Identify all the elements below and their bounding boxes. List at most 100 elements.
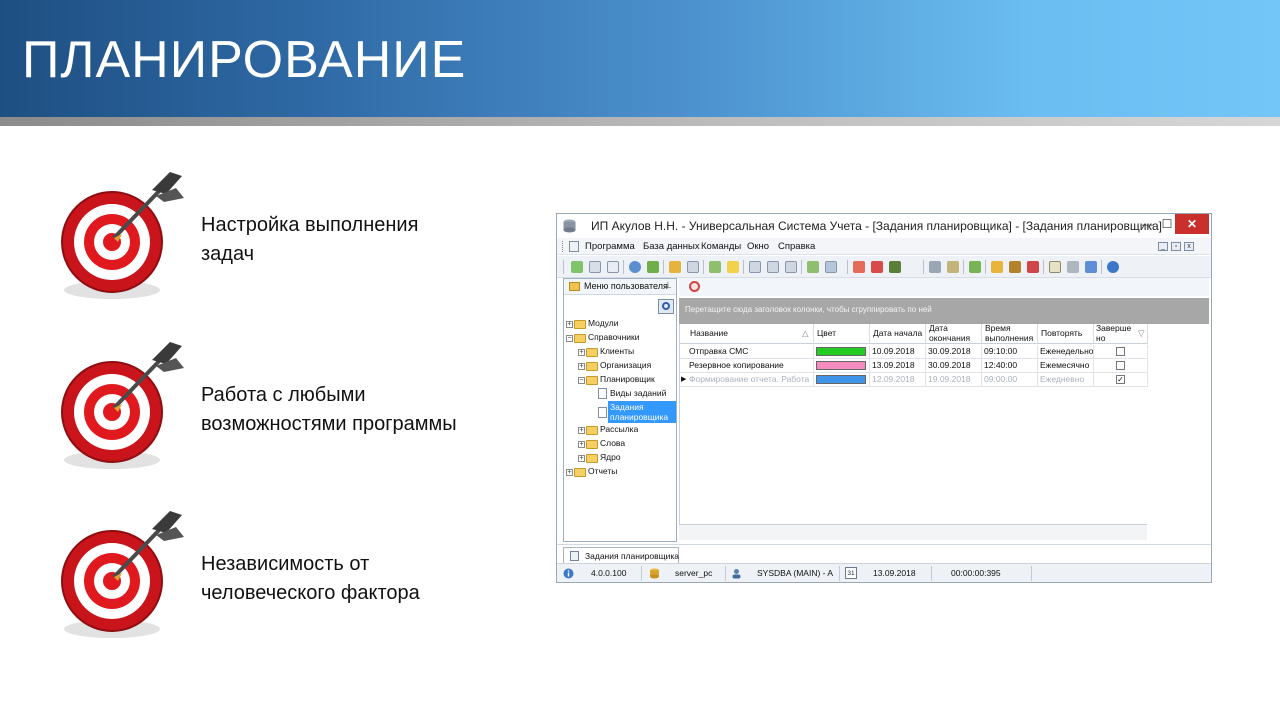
cell-exec-time: 12:40:00 bbox=[982, 359, 1038, 373]
tree-item-modules[interactable]: Модули bbox=[588, 317, 618, 330]
status-elapsed-time: 00:00:00:395 bbox=[951, 568, 1001, 578]
status-separator bbox=[839, 566, 840, 581]
menu-database[interactable]: База данных bbox=[643, 241, 700, 252]
menu-program[interactable]: Программа bbox=[585, 241, 635, 252]
plugin-icon[interactable] bbox=[1027, 261, 1039, 273]
window-titlebar[interactable]: ИП Акулов Н.Н. - Универсальная Система У… bbox=[557, 214, 1211, 238]
column-header-exec-time[interactable]: Время выполнения bbox=[982, 323, 1038, 344]
expand-icon[interactable]: + bbox=[578, 363, 585, 370]
lock-icon[interactable] bbox=[991, 261, 1003, 273]
tree-item-core[interactable]: Ядро bbox=[600, 451, 621, 464]
close-button[interactable]: ✕ bbox=[1175, 214, 1209, 234]
calendar-icon[interactable] bbox=[1049, 261, 1061, 273]
tree-item-scheduler[interactable]: Планировщик bbox=[600, 373, 655, 386]
folder-icon bbox=[586, 426, 598, 435]
picture-icon[interactable] bbox=[969, 261, 981, 273]
delete-icon[interactable] bbox=[607, 261, 619, 273]
status-version: 4.0.0.100 bbox=[591, 568, 627, 578]
search-icon[interactable] bbox=[629, 261, 641, 273]
tools-icon[interactable] bbox=[929, 261, 941, 273]
tree-item-organization[interactable]: Организация bbox=[600, 359, 651, 372]
pin-icon[interactable]: ⊥ bbox=[664, 280, 672, 291]
status-user: SYSDBA (MAIN) - A bbox=[757, 568, 834, 578]
tree-item-reports[interactable]: Отчеты bbox=[588, 465, 617, 478]
maximize-button[interactable]: ☐ bbox=[1157, 214, 1177, 234]
wizard-icon[interactable] bbox=[947, 261, 959, 273]
add-icon[interactable] bbox=[709, 261, 721, 273]
column-header-name[interactable]: Название △ bbox=[680, 324, 814, 344]
document-icon[interactable] bbox=[569, 241, 579, 252]
report-dropdown-icon[interactable] bbox=[825, 261, 837, 273]
column-header-repeat[interactable]: Повторять bbox=[1038, 324, 1094, 344]
menu-help[interactable]: Справка bbox=[778, 241, 815, 252]
column-header-color[interactable]: Цвет bbox=[814, 324, 870, 344]
cell-color bbox=[814, 373, 870, 387]
tab-scheduler-tasks[interactable]: Задания планировщика bbox=[563, 547, 679, 563]
new-window-icon[interactable] bbox=[853, 261, 865, 273]
group-icon[interactable] bbox=[687, 261, 699, 273]
users-icon[interactable] bbox=[1009, 261, 1021, 273]
info-icon[interactable] bbox=[1107, 261, 1119, 273]
column-header-start-date[interactable]: Дата начала bbox=[870, 324, 926, 344]
header-divider bbox=[0, 117, 1280, 126]
refresh-icon[interactable] bbox=[571, 261, 583, 273]
search-button[interactable] bbox=[658, 299, 674, 314]
close-window-icon[interactable] bbox=[871, 261, 883, 273]
export-icon[interactable] bbox=[807, 261, 819, 273]
tree-item-words[interactable]: Слова bbox=[600, 437, 625, 450]
tree-item-mailing[interactable]: Рассылка bbox=[600, 423, 638, 436]
mdi-restore-icon[interactable]: ▫ bbox=[1171, 242, 1181, 251]
move-up-icon[interactable] bbox=[785, 261, 797, 273]
cell-completed bbox=[1094, 345, 1148, 359]
menu-commands[interactable]: Команды bbox=[701, 241, 741, 252]
cell-completed bbox=[1094, 359, 1148, 373]
cell-start-date: 13.09.2018 bbox=[870, 359, 926, 373]
expand-icon[interactable]: + bbox=[578, 441, 585, 448]
status-separator bbox=[641, 566, 642, 581]
tree-item-references[interactable]: Справочники bbox=[588, 331, 640, 344]
funnel-icon[interactable] bbox=[669, 261, 681, 273]
column-header-end-date[interactable]: Дата окончания bbox=[926, 323, 982, 344]
column-header-completed[interactable]: Завершено ▽ bbox=[1094, 323, 1148, 344]
menu-grip[interactable] bbox=[562, 241, 565, 252]
target-icon bbox=[61, 172, 184, 299]
expand-icon[interactable]: + bbox=[566, 469, 573, 476]
cell-name: Резервное копирование bbox=[680, 359, 814, 373]
copy-icon[interactable] bbox=[589, 261, 601, 273]
minimize-button[interactable]: — bbox=[1137, 214, 1159, 234]
menu-bar: Программа База данных Команды Окно Справ… bbox=[557, 238, 1211, 255]
mdi-close-icon[interactable]: x bbox=[1184, 242, 1194, 251]
tree-item-clients[interactable]: Клиенты bbox=[600, 345, 634, 358]
note-icon[interactable] bbox=[727, 261, 739, 273]
group-by-panel[interactable]: Перетащите сюда заголовок колонки, чтобы… bbox=[679, 298, 1209, 324]
tree-item-task-types[interactable]: Виды заданий bbox=[610, 387, 666, 400]
menu-window[interactable]: Окно bbox=[747, 241, 769, 252]
completed-checkbox[interactable]: ✓ bbox=[1116, 375, 1125, 384]
bullet-3-line1: Независимость от bbox=[201, 553, 370, 575]
tree-item-scheduler-tasks[interactable]: Задания планировщика bbox=[608, 401, 676, 423]
cell-completed: ✓ bbox=[1094, 373, 1148, 387]
collapse-icon[interactable]: − bbox=[578, 377, 585, 384]
import-icon[interactable] bbox=[749, 261, 761, 273]
cell-repeat: Еженедельно bbox=[1038, 345, 1094, 359]
completed-checkbox[interactable] bbox=[1116, 347, 1125, 356]
filter-icon[interactable] bbox=[647, 261, 659, 273]
forward-icon[interactable] bbox=[1085, 261, 1097, 273]
calendar-icon: 31 bbox=[845, 567, 857, 579]
stop-icon[interactable] bbox=[689, 281, 700, 292]
tab-scheduler-tasks-label: Задания планировщика bbox=[585, 551, 680, 561]
move-down-icon[interactable] bbox=[767, 261, 779, 273]
expand-icon[interactable]: + bbox=[566, 321, 573, 328]
mdi-minimize-icon[interactable]: _ bbox=[1158, 242, 1168, 251]
expand-icon[interactable]: + bbox=[578, 349, 585, 356]
status-bar: 4.0.0.100 server_pc SYSDBA (MAIN) - A 31… bbox=[557, 563, 1211, 582]
folder-icon bbox=[586, 348, 598, 357]
expand-icon[interactable]: + bbox=[578, 427, 585, 434]
expand-icon[interactable]: + bbox=[578, 455, 585, 462]
collapse-icon[interactable]: − bbox=[566, 335, 573, 342]
completed-checkbox[interactable] bbox=[1116, 361, 1125, 370]
print-icon[interactable] bbox=[1067, 261, 1079, 273]
status-separator bbox=[725, 566, 726, 581]
book-icon[interactable] bbox=[889, 261, 901, 273]
target-icon bbox=[61, 511, 184, 638]
